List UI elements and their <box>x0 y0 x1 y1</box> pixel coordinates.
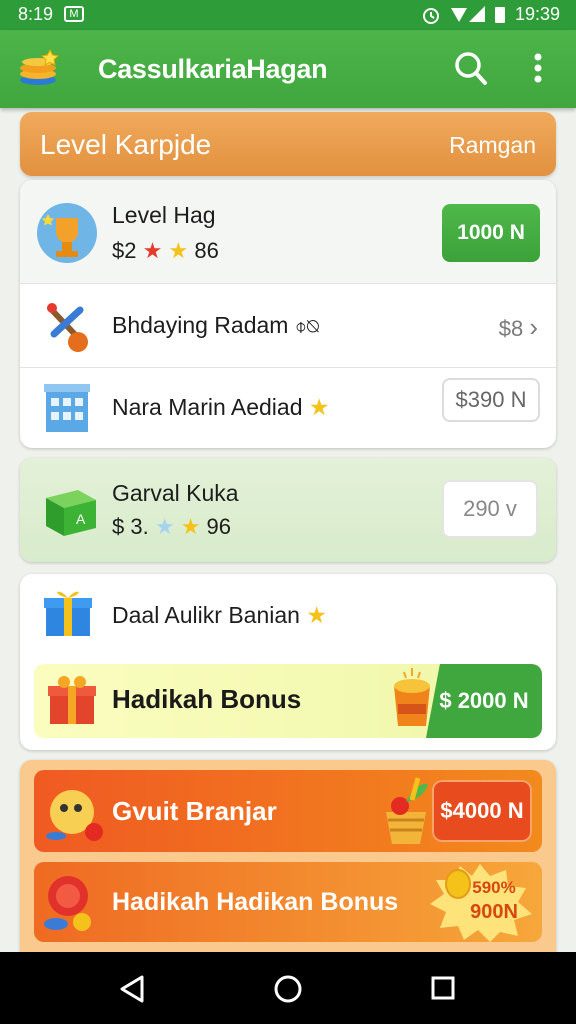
system-nav-bar <box>0 952 576 1024</box>
item-title: Garval Kuka <box>112 480 239 506</box>
list-card-main: Level Hag $2 ★ ★ 86 1000 N Bhdaying Rada… <box>20 180 556 448</box>
offer-price-button[interactable]: $4000 N <box>432 780 532 842</box>
price-button[interactable]: 290 v <box>442 480 538 538</box>
star-yellow-icon: ★ <box>168 238 189 263</box>
item-title-suffix: ⌽⍉ <box>294 316 319 338</box>
home-icon[interactable] <box>273 974 303 1004</box>
svg-text:A: A <box>76 511 86 527</box>
offer-title: Hadikah Hadikan Bonus <box>112 888 399 916</box>
item-title-text: Nara Marin Aediad <box>112 394 303 420</box>
item-price-rating: $ 3. ★ ★ 96 <box>112 514 231 540</box>
mascot-icon <box>46 790 103 841</box>
item-title: Bhdaying Radam ⌽⍉ <box>112 312 319 339</box>
badge-percent: 590% <box>472 878 516 897</box>
star-icon: ★ <box>308 394 330 420</box>
item-title-text: Bhdaying Radam <box>112 312 289 338</box>
star-yellow-icon: ★ <box>180 514 201 539</box>
item-title: Level Hag <box>112 202 216 228</box>
gift-box-red-icon <box>48 676 96 724</box>
section-right-label[interactable]: Ramgan <box>449 132 536 159</box>
buy-button[interactable]: 1000 N <box>442 204 540 262</box>
item-price: $ 3. <box>112 514 149 539</box>
recents-icon[interactable] <box>430 975 456 1001</box>
offer-title: Gvuit Branjar <box>112 796 277 826</box>
chevron-right-icon: › <box>529 312 538 342</box>
bonus-price-button[interactable]: $ 2000 N <box>426 664 542 738</box>
status-time-right: 19:39 <box>514 4 560 24</box>
star-red-icon: ★ <box>142 238 163 263</box>
star-blue-icon: ★ <box>154 514 175 539</box>
building-icon <box>44 384 90 432</box>
bonus-card: Daal Aulikr Banian ★ Hadikah Bonus $ 200… <box>20 574 556 750</box>
signal-icon <box>450 5 485 22</box>
fruit-basket-icon <box>386 777 428 844</box>
offer-banner[interactable]: Hadikah Hadikan Bonus 590% 900N <box>34 862 542 942</box>
list-item[interactable]: Daal Aulikr Banian ★ <box>20 574 556 658</box>
item-price-rating: $2 ★ ★ 86 <box>112 238 219 264</box>
bonus-title: Hadikah Bonus <box>112 684 302 714</box>
section-title: Level Karpjde <box>40 129 212 160</box>
gift-icon <box>44 591 92 636</box>
back-icon[interactable] <box>118 974 146 1004</box>
offer-banner[interactable]: Gvuit Branjar $4000 N <box>34 770 542 852</box>
section-header[interactable]: Level Karpjde Ramgan <box>20 112 556 176</box>
badge-amount: 900N <box>470 901 518 923</box>
item-price-link[interactable]: $8 › <box>499 312 538 343</box>
search-icon[interactable] <box>452 50 488 86</box>
status-right: 19:39 <box>421 4 560 25</box>
item-price: $2 <box>112 238 137 263</box>
app-title: CassulkariaHagan <box>98 54 328 84</box>
item-title-text: Daal Aulikr Banian <box>112 602 300 628</box>
price-button[interactable]: $390 N <box>442 378 540 422</box>
tools-icon <box>47 303 88 352</box>
app-bar: CassulkariaHagan <box>0 30 576 108</box>
star-icon: ★ <box>306 602 327 628</box>
status-bar: 8:19 M 19:39 <box>0 0 576 30</box>
trophy-icon <box>37 203 97 263</box>
battery-icon <box>494 6 505 23</box>
bonus-banner[interactable]: Hadikah Bonus $ 2000 N <box>34 664 542 738</box>
item-price: $8 <box>498 316 524 341</box>
notification-icon: M <box>64 6 84 22</box>
green-box-icon: A <box>46 490 96 536</box>
featured-card[interactable]: A Garval Kuka $ 3. ★ ★ 96 290 v <box>20 458 556 562</box>
more-vert-icon[interactable] <box>526 50 550 86</box>
item-title: Nara Marin Aediad ★ <box>112 394 330 421</box>
offers-card: Gvuit Branjar $4000 N Hadikah Hadikan Bo… <box>20 760 556 952</box>
list-item[interactable]: Nara Marin Aediad ★ $390 N <box>20 368 556 448</box>
list-item[interactable]: Bhdaying Radam ⌽⍉ $8 › <box>20 284 556 368</box>
item-title: Daal Aulikr Banian ★ <box>112 602 327 629</box>
list-item[interactable]: Level Hag $2 ★ ★ 86 1000 N <box>20 180 556 284</box>
item-rating: 96 <box>206 514 232 539</box>
badge-text: 590% 900N <box>454 876 534 924</box>
alarm-icon <box>422 7 439 24</box>
item-rating: 86 <box>194 238 219 263</box>
status-time-left: 8:19 <box>18 4 54 24</box>
coins-star-icon <box>20 48 60 85</box>
coins-red-icon <box>44 876 91 931</box>
